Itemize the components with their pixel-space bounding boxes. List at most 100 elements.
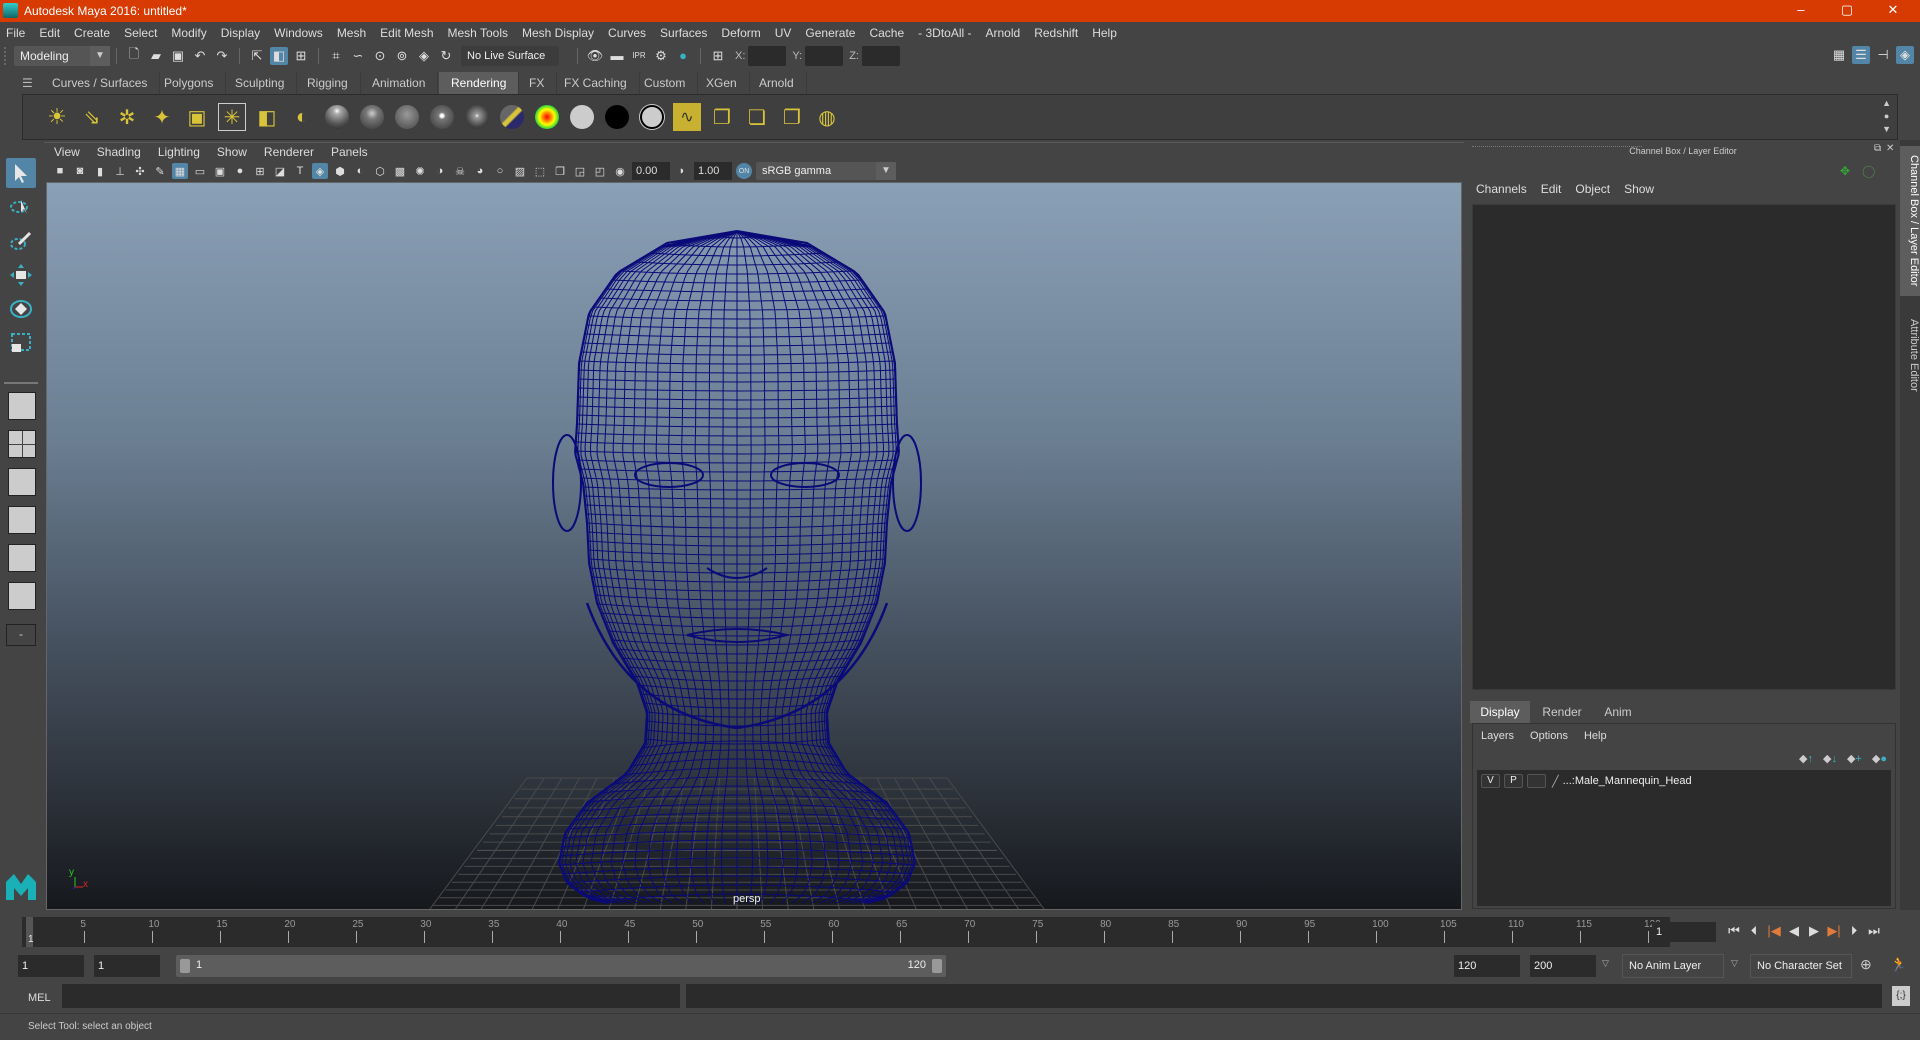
time-slider[interactable]: 1 5 10 15 20 25 30 35 40 45 50 55 60 65 70 75 80 85 90 95 1… [22, 917, 1670, 947]
exposure-icon[interactable]: ◉ [612, 163, 628, 179]
menu-windows[interactable]: Windows [274, 26, 323, 40]
xray-icon[interactable]: ❐ [552, 163, 568, 179]
scale-tool-icon[interactable] [6, 328, 36, 358]
snap-point-icon[interactable]: ⊙ [371, 47, 389, 65]
viewport-menu-renderer[interactable]: Renderer [264, 145, 314, 159]
menu-generate[interactable]: Generate [805, 26, 855, 40]
menu-edit[interactable]: Edit [1541, 182, 1562, 196]
blinn-material-icon[interactable] [323, 103, 351, 131]
x-input[interactable] [748, 45, 787, 66]
character-set-dropdown[interactable]: No Character Set [1750, 954, 1852, 978]
layer-color-swatch-icon[interactable]: ╱ [1552, 775, 1559, 788]
menu-mesh[interactable]: Mesh [337, 26, 366, 40]
wireframe-icon[interactable]: ◈ [312, 163, 328, 179]
step-forward-key-icon[interactable]: ⏵ [1844, 921, 1864, 941]
hypershade-icon[interactable]: ● [674, 47, 692, 65]
anim-layer-dropdown[interactable]: No Anim Layer [1622, 954, 1724, 978]
menu-deform[interactable]: Deform [721, 26, 760, 40]
menu-surfaces[interactable]: Surfaces [660, 26, 707, 40]
menu-mesh-tools[interactable]: Mesh Tools [448, 26, 508, 40]
menu-create[interactable]: Create [74, 26, 110, 40]
hypershade-persp-layout-icon[interactable] [8, 544, 36, 572]
step-back-key-icon[interactable]: ⏴ [1744, 921, 1764, 941]
tab-sculpting[interactable]: Sculpting [223, 72, 298, 94]
rotate-tool-icon[interactable] [6, 294, 36, 324]
tab-rendering[interactable]: Rendering [439, 72, 520, 94]
current-frame-input[interactable]: 1 [1652, 922, 1716, 942]
grease-pencil-icon[interactable]: ✎ [152, 163, 168, 179]
render-settings-icon[interactable]: ⚙ [652, 47, 670, 65]
play-forwards-icon[interactable]: ▶ [1804, 921, 1824, 941]
grid-icon[interactable]: ▦ [172, 163, 188, 179]
menu-show[interactable]: Show [1624, 182, 1654, 196]
menu-mesh-display[interactable]: Mesh Display [522, 26, 594, 40]
layer-row[interactable]: V P ╱ ...:Male_Mannequin_Head [1477, 772, 1891, 790]
tab-rigging[interactable]: Rigging [295, 72, 361, 94]
command-language-label[interactable]: MEL [28, 992, 51, 1004]
point-light-icon[interactable]: ✲ [113, 103, 141, 131]
phonge-material-icon[interactable] [428, 103, 456, 131]
y-input[interactable] [805, 45, 844, 66]
gamma-input[interactable]: 1.00 [694, 162, 732, 180]
viewport-menu-shading[interactable]: Shading [97, 145, 141, 159]
motion-blur-icon[interactable]: ◕ [472, 163, 488, 179]
viewport-menu-lighting[interactable]: Lighting [158, 145, 200, 159]
menu-redshift[interactable]: Redshift [1034, 26, 1078, 40]
xray-components-icon[interactable]: ◰ [592, 163, 608, 179]
menu-help[interactable]: Help [1092, 26, 1117, 40]
snap-grid-icon[interactable]: ⌗ [327, 47, 345, 65]
panel-grip[interactable] [1472, 146, 1642, 148]
animation-start-input[interactable]: 1 [18, 955, 84, 977]
ambient-occlusion-icon[interactable]: ☠ [452, 163, 468, 179]
isolate-select-icon[interactable]: ⬚ [532, 163, 548, 179]
ipr-render-icon[interactable]: IPR [630, 47, 648, 65]
color-management-toggle-icon[interactable]: ON [736, 163, 752, 179]
move-tool-icon[interactable] [6, 260, 36, 290]
go-to-start-icon[interactable]: ⏮ [1724, 921, 1744, 941]
live-surface-field[interactable]: No Live Surface [461, 45, 559, 66]
phong-material-icon[interactable] [358, 103, 386, 131]
z-input[interactable] [861, 45, 900, 66]
view-transform-dropdown[interactable]: sRGB gamma ▼ [756, 162, 896, 180]
tab-animation[interactable]: Animation [360, 72, 439, 94]
select-tool-icon[interactable] [6, 158, 36, 188]
viewport-menu-view[interactable]: View [54, 145, 80, 159]
playback-start-input[interactable]: 1 [94, 955, 160, 977]
redo-icon[interactable]: ↷ [213, 47, 231, 65]
new-layer-from-selected-icon[interactable]: ◆● [1872, 752, 1887, 765]
toggle-attribute-editor-icon[interactable]: ◈ [1896, 46, 1914, 64]
maximize-button[interactable]: ▢ [1832, 2, 1862, 20]
four-view-layout-icon[interactable] [8, 430, 36, 458]
menu-select[interactable]: Select [124, 26, 157, 40]
paint-select-tool-icon[interactable] [6, 226, 36, 256]
open-scene-icon[interactable]: ▰ [147, 47, 165, 65]
wireframe-on-shaded-icon[interactable]: ⬡ [372, 163, 388, 179]
render-layer-remove-icon[interactable]: ❏ [743, 103, 771, 131]
manipulator-icon[interactable]: ✥ [1840, 164, 1850, 178]
character-set-chevron-icon[interactable]: ▽ [1731, 958, 1738, 969]
transform-constraints-icon[interactable]: ⊞ [709, 47, 727, 65]
persp-graph-outliner-layout-icon[interactable] [8, 582, 36, 610]
command-input[interactable] [62, 984, 680, 1008]
menu-object[interactable]: Object [1575, 182, 1610, 196]
surface-shader-outline-icon[interactable] [638, 103, 666, 131]
tab-display[interactable]: Display [1470, 701, 1530, 723]
tab-custom[interactable]: Custom [632, 72, 699, 94]
move-layer-down-icon[interactable]: ◆↓ [1823, 752, 1837, 765]
lambert-material-icon[interactable] [393, 103, 421, 131]
menu-uv[interactable]: UV [775, 26, 792, 40]
field-chart-icon[interactable]: ⊞ [252, 163, 268, 179]
safe-title-icon[interactable]: T [292, 163, 308, 179]
select-component-icon[interactable]: ⊞ [292, 47, 310, 65]
animation-end-input[interactable]: 200 [1530, 955, 1596, 977]
side-tab-attribute-editor[interactable]: Attribute Editor [1900, 300, 1920, 410]
2d-pan-zoom-icon[interactable]: ✣ [132, 163, 148, 179]
use-background-icon[interactable] [603, 103, 631, 131]
range-slider[interactable]: 1 120 [176, 955, 946, 977]
hypershade-icon[interactable]: ◐ [288, 103, 316, 131]
spot-light-icon[interactable]: ✦ [148, 103, 176, 131]
xray-joints-icon[interactable]: ◲ [572, 163, 588, 179]
ramp-shader-icon[interactable] [533, 103, 561, 131]
menu-edit-mesh[interactable]: Edit Mesh [380, 26, 433, 40]
camera-attributes-icon[interactable]: ◙ [72, 163, 88, 179]
